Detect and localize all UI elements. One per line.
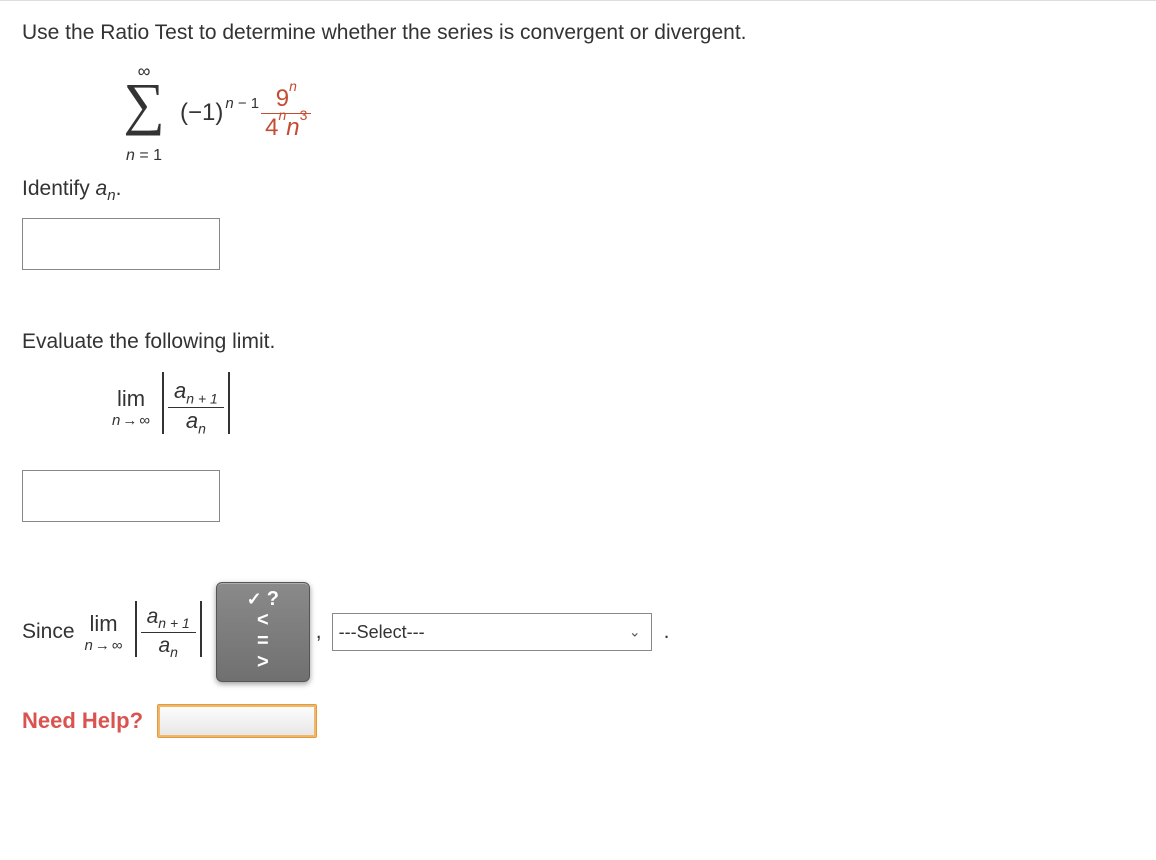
- conclusion-row: Since lim n→∞ an + 1 an ?: [22, 582, 1134, 682]
- limit-input[interactable]: [22, 470, 220, 522]
- dropdown-option-less[interactable]: <: [217, 610, 309, 631]
- instruction-text: Use the Ratio Test to determine whether …: [22, 21, 1134, 45]
- dropdown-option-equal[interactable]: =: [217, 631, 309, 652]
- neg-one-exponent: n − 1: [225, 95, 259, 112]
- fraction-numerator: 9n: [272, 85, 301, 112]
- need-help-label: Need Help?: [22, 708, 143, 734]
- dropdown-option-unknown[interactable]: ?: [217, 589, 309, 610]
- select-placeholder: ---Select---: [339, 622, 425, 643]
- series-term: (−1) n − 1 9n 4nn3: [176, 85, 311, 141]
- since-limit-expression: lim n→∞ an + 1 an: [85, 601, 206, 663]
- lim-operator: lim n→∞: [112, 386, 150, 429]
- read-it-button[interactable]: [157, 704, 317, 738]
- conclusion-select[interactable]: ---Select--- ⌄: [332, 613, 652, 651]
- comma: ,: [316, 620, 322, 644]
- an-input[interactable]: [22, 218, 220, 270]
- period: .: [664, 620, 670, 644]
- series-fraction: 9n 4nn3: [261, 85, 311, 141]
- sigma: ∞ ∑ n = 1: [112, 67, 176, 159]
- abs-bar-right: [228, 372, 230, 434]
- fraction-denominator: 4nn3: [261, 114, 311, 141]
- chevron-down-icon: ⌄: [629, 624, 641, 641]
- series-expression: ∞ ∑ n = 1 (−1) n − 1 9n 4nn3: [112, 67, 1134, 159]
- evaluate-label: Evaluate the following limit.: [22, 330, 1134, 354]
- identify-label: Identify an.: [22, 177, 1134, 204]
- dropdown-option-greater[interactable]: >: [217, 652, 309, 673]
- limit-expression: lim n→∞ an + 1 an: [112, 372, 1134, 442]
- abs-bar-left: [162, 372, 164, 434]
- since-label: Since: [22, 620, 75, 644]
- neg-one-base: (−1): [180, 99, 223, 127]
- sigma-lower-bound: n = 1: [112, 147, 176, 165]
- ratio-fraction: an + 1 an: [168, 378, 224, 437]
- comparison-dropdown[interactable]: ? < = >: [216, 582, 310, 682]
- sigma-symbol: ∑: [112, 75, 176, 133]
